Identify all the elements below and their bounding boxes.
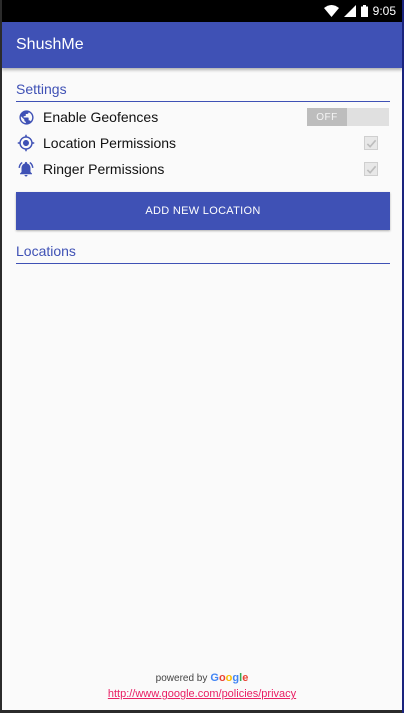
wifi-icon <box>323 5 339 17</box>
toggle-state-text: OFF <box>307 108 347 126</box>
location-permissions-label: Location Permissions <box>43 135 177 151</box>
google-logo: Google <box>210 672 249 684</box>
footer: powered by Google http://www.google.com/… <box>2 672 402 700</box>
check-icon <box>366 139 376 148</box>
enable-geofences-toggle[interactable]: OFF <box>307 108 389 126</box>
privacy-policy-link[interactable]: http://www.google.com/policies/privacy <box>2 688 402 700</box>
status-bar: 9:05 <box>2 0 402 22</box>
location-permissions-row: Location Permissions <box>16 130 390 156</box>
settings-section-title: Settings <box>16 68 390 102</box>
status-time: 9:05 <box>372 4 396 18</box>
gps-target-icon <box>16 133 36 153</box>
battery-icon <box>360 5 368 17</box>
ringer-permissions-checkbox[interactable] <box>364 162 378 176</box>
check-icon <box>366 165 376 174</box>
signal-icon <box>343 5 356 17</box>
enable-geofences-row: Enable Geofences OFF <box>16 104 390 130</box>
app-screen: 9:05 ShushMe Settings Enable Geofences O… <box>2 0 402 710</box>
main-content: Settings Enable Geofences OFF Location P… <box>2 68 402 264</box>
locations-section-title: Locations <box>16 230 390 264</box>
globe-icon <box>16 107 36 127</box>
ringer-permissions-row: Ringer Permissions <box>16 156 390 182</box>
enable-geofences-label: Enable Geofences <box>43 109 159 125</box>
ringing-bell-icon <box>16 159 36 179</box>
powered-by-google: powered by Google <box>2 672 402 684</box>
powered-by-text: powered by <box>155 672 208 684</box>
add-new-location-button[interactable]: ADD NEW LOCATION <box>16 192 390 230</box>
location-permissions-checkbox[interactable] <box>364 136 378 150</box>
app-title: ShushMe <box>16 36 84 53</box>
app-bar: ShushMe <box>2 22 402 68</box>
ringer-permissions-label: Ringer Permissions <box>43 161 165 177</box>
